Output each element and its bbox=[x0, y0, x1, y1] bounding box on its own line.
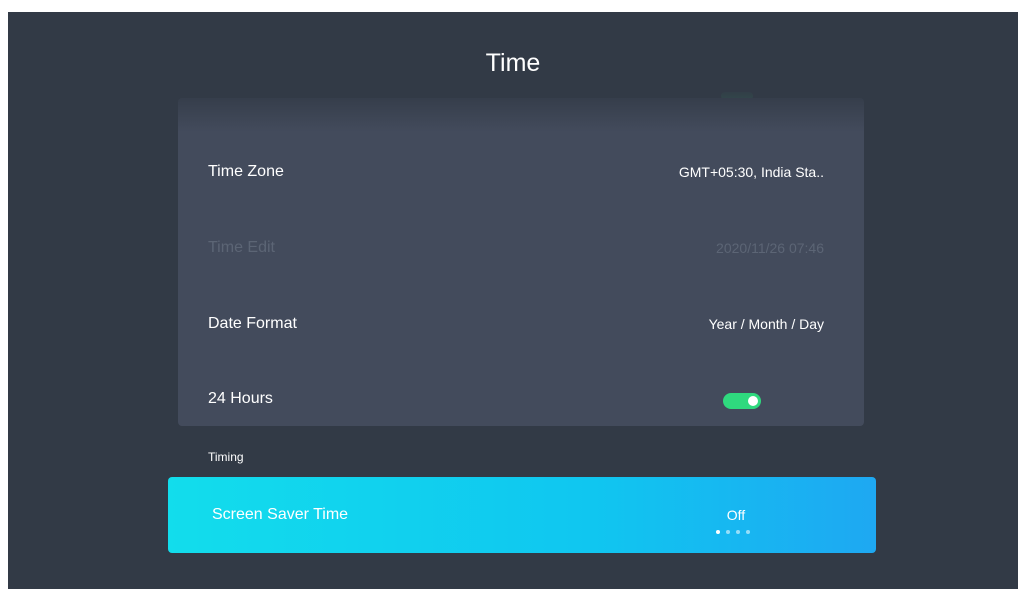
timing-section-header: Timing bbox=[208, 450, 244, 464]
time-edit-value: 2020/11/26 07:46 bbox=[716, 240, 824, 256]
toggle-knob bbox=[748, 396, 758, 406]
screen-saver-time-value: Off bbox=[726, 507, 746, 523]
24-hours-label: 24 Hours bbox=[208, 390, 273, 407]
date-format-value: Year / Month / Day bbox=[708, 316, 824, 332]
date-format-label: Date Format bbox=[208, 315, 297, 332]
tv-settings-screen: Time Time Zone GMT+05:30, India Sta.. Ti… bbox=[8, 12, 1018, 589]
screen-saver-time-row[interactable]: Screen Saver Time Off bbox=[168, 477, 876, 553]
time-settings-panel: Time Zone GMT+05:30, India Sta.. Time Ed… bbox=[178, 98, 864, 426]
page-title: Time bbox=[485, 49, 541, 77]
option-dot bbox=[716, 530, 720, 534]
time-edit-row: Time Edit 2020/11/26 07:46 bbox=[178, 228, 864, 268]
option-dot bbox=[746, 530, 750, 534]
time-zone-label: Time Zone bbox=[208, 163, 284, 180]
time-zone-row[interactable]: Time Zone GMT+05:30, India Sta.. bbox=[178, 152, 864, 192]
date-format-row[interactable]: Date Format Year / Month / Day bbox=[178, 304, 864, 344]
screen-saver-time-label: Screen Saver Time bbox=[212, 506, 349, 523]
scroll-fade bbox=[178, 88, 864, 132]
option-dot bbox=[736, 530, 740, 534]
time-zone-value: GMT+05:30, India Sta.. bbox=[678, 164, 824, 180]
option-page-dots bbox=[716, 530, 766, 536]
time-edit-label: Time Edit bbox=[208, 239, 275, 256]
24-hours-toggle[interactable] bbox=[723, 393, 761, 409]
option-dot bbox=[726, 530, 730, 534]
24-hours-row[interactable]: 24 Hours bbox=[178, 379, 864, 419]
